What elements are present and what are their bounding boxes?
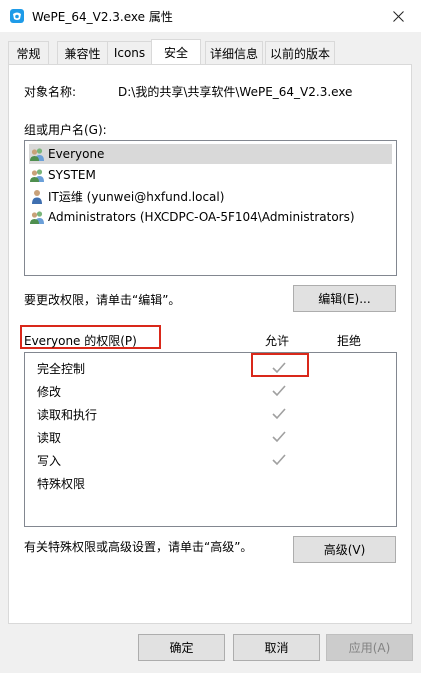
tab-label: 以前的版本: [269, 46, 330, 61]
edit-button[interactable]: 编辑(E)...: [293, 285, 396, 312]
advanced-hint: 有关特殊权限或高级设置，请单击“高级”。: [24, 540, 253, 554]
tab-compatibility[interactable]: 兼容性: [57, 41, 108, 64]
title-bar: WePE_64_V2.3.exe 属性: [0, 0, 421, 32]
ok-button[interactable]: 确定: [138, 634, 225, 661]
cancel-button-label: 取消: [264, 641, 289, 655]
list-item-administrators[interactable]: Administrators (HXCDPC-OA-5F104\Administ…: [29, 207, 355, 227]
tab-label: 兼容性: [64, 46, 101, 61]
groups-label: 组或用户名(G):: [24, 123, 107, 137]
close-button[interactable]: [375, 0, 421, 32]
apply-button[interactable]: 应用(A): [326, 634, 413, 661]
allow-header: 允许: [265, 334, 290, 348]
close-icon: [392, 10, 404, 22]
ok-button-label: 确定: [169, 641, 194, 655]
permission-read-execute: 读取和执行: [37, 408, 98, 422]
advanced-button-label: 高级(V): [323, 543, 366, 557]
permission-write: 写入: [37, 454, 62, 468]
list-item-everyone[interactable]: Everyone: [29, 144, 392, 164]
cancel-button[interactable]: 取消: [233, 634, 320, 661]
tab-label: 详细信息: [209, 46, 258, 61]
group-icon: [30, 148, 44, 161]
list-item-label: SYSTEM: [48, 168, 96, 182]
app-icon: [10, 9, 24, 23]
object-name-label: 对象名称:: [24, 85, 77, 99]
tab-label: 常规: [16, 46, 41, 61]
allow-check-icon: [272, 385, 286, 397]
window-title: WePE_64_V2.3.exe 属性: [32, 10, 173, 24]
apply-button-label: 应用(A): [348, 641, 391, 655]
group-icon: [30, 169, 44, 182]
edit-hint: 要更改权限，请单击“编辑”。: [24, 293, 181, 307]
permissions-list: 完全控制 修改 读取和执行 读取 写入 特殊权限: [24, 352, 397, 527]
allow-check-icon: [272, 454, 286, 466]
list-item-it-yunwei[interactable]: IT运维 (yunwei@hxfund.local): [29, 186, 224, 206]
deny-header: 拒绝: [337, 334, 362, 348]
tab-security[interactable]: 安全: [151, 39, 201, 64]
permission-special: 特殊权限: [37, 477, 86, 491]
object-name-value: D:\我的共享\共享软件\WePE_64_V2.3.exe: [118, 85, 353, 99]
advanced-button[interactable]: 高级(V): [293, 536, 396, 563]
tab-general[interactable]: 常规: [8, 41, 49, 64]
permissions-label: Everyone 的权限(P): [24, 334, 137, 348]
permission-full-control: 完全控制: [37, 362, 86, 376]
user-icon: [32, 190, 42, 204]
allow-check-icon: [272, 431, 286, 443]
tab-icons[interactable]: Icons: [107, 41, 152, 64]
tab-label: 安全: [163, 45, 188, 60]
list-item-label: Administrators (HXCDPC-OA-5F104\Administ…: [48, 210, 355, 224]
list-item-label: Everyone: [48, 147, 105, 161]
permission-read: 读取: [37, 431, 62, 445]
permission-modify: 修改: [37, 385, 62, 399]
tab-label: Icons: [113, 46, 146, 60]
tab-previous-versions[interactable]: 以前的版本: [265, 41, 335, 64]
list-item-system[interactable]: SYSTEM: [29, 165, 96, 185]
allow-check-highlight: [251, 353, 309, 377]
groups-listbox[interactable]: Everyone SYSTEM IT运维 (yunwei@hxfund.loca…: [24, 140, 397, 276]
allow-check-icon: [272, 408, 286, 420]
list-item-label: IT运维 (yunwei@hxfund.local): [48, 189, 225, 204]
edit-button-label: 编辑(E)...: [318, 292, 371, 306]
group-icon: [30, 211, 44, 224]
tab-details[interactable]: 详细信息: [205, 41, 263, 64]
